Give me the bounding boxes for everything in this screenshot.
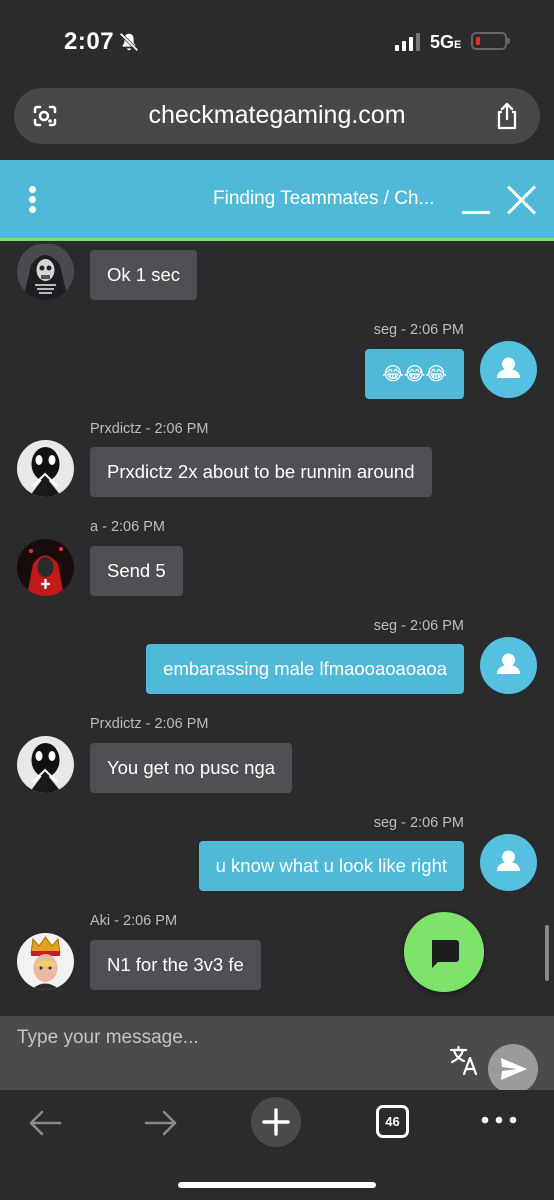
crown-avatar[interactable] [17,933,74,990]
browser-toolbar: 46 [0,1090,554,1200]
message-meta: seg - 2:06 PM [373,815,464,831]
user-avatar[interactable] [480,637,537,694]
mask-avatar[interactable] [17,736,74,793]
message-meta: a - 2:06 PM [90,519,165,535]
status-time: 2:07 [64,28,115,55]
message-meta: seg - 2:06 PM [373,618,464,634]
message-meta: Aki - 2:06 PM [90,913,178,929]
url-text: checkmategaming.com [148,101,406,129]
translate-icon[interactable] [448,1044,480,1076]
forward-arrow-icon[interactable] [142,1108,180,1138]
more-vertical-icon[interactable] [26,186,38,214]
red-hood-avatar[interactable] [17,539,74,596]
back-arrow-icon[interactable] [26,1108,64,1138]
status-bar: 2:07 5GE [0,0,554,82]
message-meta: Prxdictz - 2:06 PM [90,716,209,732]
scrollbar[interactable] [545,925,549,981]
skeleton-avatar[interactable] [17,244,74,300]
battery-icon [471,32,510,50]
message-bubble: Prxdictz 2x about to be runnin around [90,447,432,497]
message-bubble: N1 for the 3v3 fe [90,940,261,990]
message-input[interactable] [0,1016,440,1090]
message-meta: seg - 2:06 PM [373,322,464,338]
minimize-button[interactable] [460,190,492,216]
address-bar[interactable]: checkmategaming.com [14,88,540,144]
home-indicator [178,1182,376,1188]
network-label: 5GE [430,32,462,52]
message-composer [0,1016,554,1094]
user-avatar[interactable] [480,834,537,891]
chat-fab-button[interactable] [404,912,484,992]
send-icon [501,1058,527,1080]
chat-bubble-icon [432,940,459,968]
bell-muted-icon [119,32,139,52]
message-bubble: Send 5 [90,546,183,596]
message-meta: Prxdictz - 2:06 PM [90,421,209,437]
chat-header: Finding Teammates / Ch... [0,160,554,241]
message-list[interactable]: Ok 1 sec seg - 2:06 PM 😂😂😂 Prxdictz - 2:… [0,244,554,1014]
more-horizontal-icon[interactable] [480,1112,518,1128]
send-button[interactable] [488,1044,538,1094]
share-icon[interactable] [494,102,520,130]
message-bubble: 😂😂😂 [365,349,464,399]
message-bubble: Ok 1 sec [90,250,197,300]
message-bubble: embarassing male lfmaooaoaoaoa [146,644,464,694]
user-avatar[interactable] [480,341,537,398]
mask-avatar[interactable] [17,440,74,497]
close-button[interactable] [506,184,538,216]
message-bubble: You get no pusc nga [90,743,293,793]
signal-icon [395,33,420,51]
chat-title: Finding Teammates / Ch... [213,188,435,209]
tab-switcher-button[interactable]: 46 [376,1105,409,1138]
message-bubble: u know what u look like right [198,841,464,891]
new-tab-icon[interactable] [250,1096,302,1148]
